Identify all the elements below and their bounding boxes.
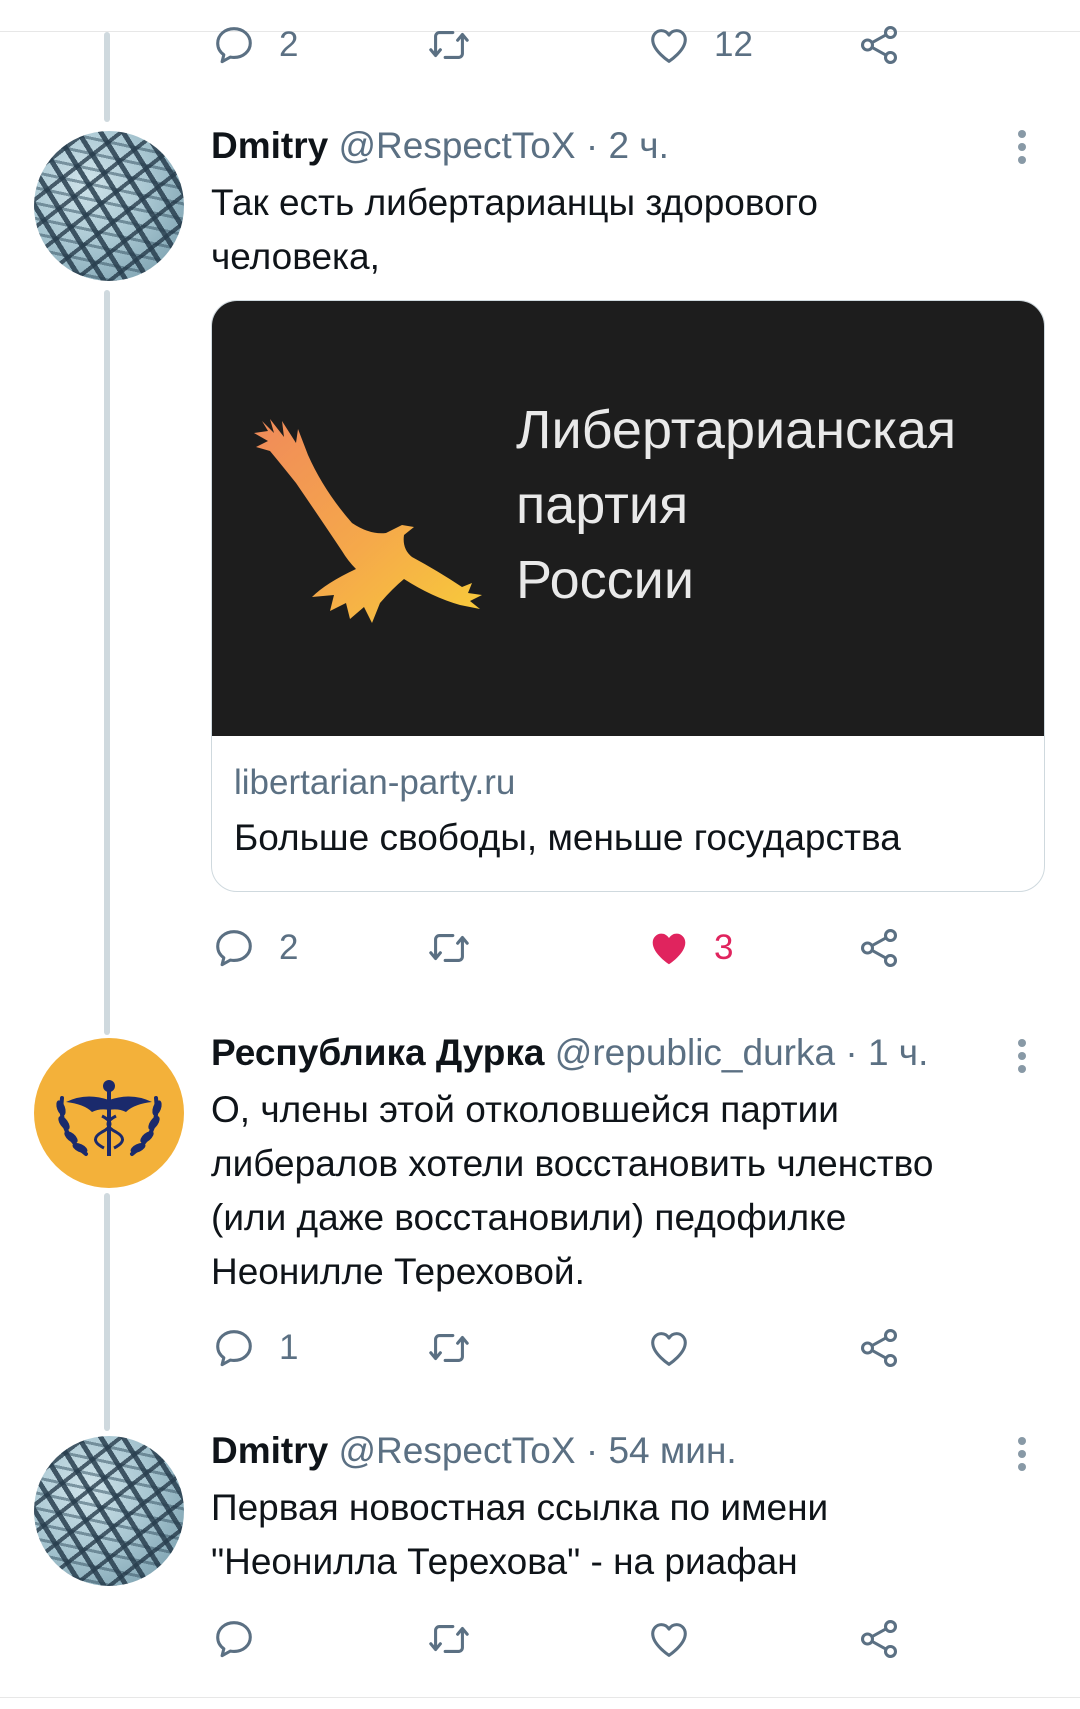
tweet-text-line: (или даже восстановили) педофилке	[211, 1197, 847, 1238]
card-image-caption: Либертарианская партия России	[516, 393, 1036, 618]
tweet-actions: 2 3	[211, 923, 911, 973]
like-icon	[646, 1325, 692, 1371]
tweet-text: О, члены этой отколовшейся партии либера…	[211, 1083, 1031, 1299]
tweet-text-line: человека,	[211, 236, 380, 277]
avatar[interactable]	[34, 1436, 184, 1586]
more-icon[interactable]	[1010, 1434, 1034, 1474]
more-icon[interactable]	[1010, 1036, 1034, 1076]
retweet-button[interactable]	[426, 20, 472, 70]
reply-button[interactable]: 2	[211, 923, 298, 973]
tweet-text-line: Неонилле Тереховой.	[211, 1251, 585, 1292]
timestamp[interactable]: 1 ч.	[868, 1032, 928, 1073]
reply-icon	[211, 1325, 257, 1371]
card-image-text-line: партия	[516, 475, 689, 535]
avatar[interactable]	[34, 1038, 184, 1188]
share-icon	[856, 1325, 902, 1371]
reply-icon	[211, 1616, 257, 1662]
tweet-text-line: "Неонилла Терехова" - на риафан	[211, 1541, 798, 1582]
tweet-actions	[211, 1614, 911, 1664]
caduceus-emblem	[56, 1080, 162, 1156]
share-button[interactable]	[856, 1614, 902, 1664]
tweet-text-line: либералов хотели восстановить членство	[211, 1143, 934, 1184]
thread-line	[104, 1193, 110, 1431]
author-name[interactable]: Dmitry	[211, 1430, 328, 1471]
share-icon	[856, 1616, 902, 1662]
reply-button[interactable]: 2	[211, 20, 298, 70]
tweet-actions: 1	[211, 1323, 911, 1373]
retweet-icon	[426, 22, 472, 68]
card-title: Больше свободы, меньше государства	[234, 817, 901, 858]
share-button[interactable]	[856, 1323, 902, 1373]
link-card[interactable]: Либертарианская партия России libertaria…	[211, 300, 1045, 892]
share-button[interactable]	[856, 20, 902, 70]
tweet-text: Так есть либертарианцы здорового человек…	[211, 176, 1031, 284]
retweet-icon	[426, 925, 472, 971]
reply-count: 2	[279, 928, 299, 967]
tweet-header: Dmitry @RespectToX · 2 ч.	[211, 123, 669, 169]
author-name[interactable]: Dmitry	[211, 125, 328, 166]
card-image-text-line: Либертарианская	[516, 400, 957, 460]
reply-icon	[211, 925, 257, 971]
separator-dot: ·	[585, 125, 599, 166]
previous-tweet-actions: 2 12	[211, 20, 911, 70]
retweet-button[interactable]	[426, 1614, 472, 1664]
tweet-text-line: Первая новостная ссылка по имени	[211, 1487, 829, 1528]
thread-line	[104, 32, 110, 122]
tweet-header: Dmitry @RespectToX · 54 мин.	[211, 1428, 737, 1474]
author-handle[interactable]: @RespectToX	[338, 1430, 575, 1471]
tweet-header: Республика Дурка @republic_durka · 1 ч.	[211, 1030, 928, 1076]
tweet-text: Первая новостная ссылка по имени "Неонил…	[211, 1481, 1031, 1589]
separator-dot: ·	[585, 1430, 599, 1471]
thread-line	[104, 290, 110, 1035]
avatar[interactable]	[34, 131, 184, 281]
like-button[interactable]: 3	[646, 923, 733, 973]
like-icon	[646, 22, 692, 68]
retweet-button[interactable]	[426, 923, 472, 973]
like-button[interactable]	[646, 1323, 692, 1373]
eagle-logo	[254, 419, 482, 623]
like-button[interactable]	[646, 1614, 692, 1664]
author-handle[interactable]: @RespectToX	[338, 125, 575, 166]
share-icon	[856, 925, 902, 971]
retweet-button[interactable]	[426, 1323, 472, 1373]
like-icon	[646, 925, 692, 971]
card-domain: libertarian-party.ru	[234, 763, 516, 802]
card-image-text-line: России	[516, 550, 695, 610]
reply-icon	[211, 22, 257, 68]
share-icon	[856, 22, 902, 68]
like-count: 12	[714, 25, 753, 64]
timestamp[interactable]: 2 ч.	[608, 125, 668, 166]
reply-button[interactable]	[211, 1614, 257, 1664]
tweet-text-line: О, члены этой отколовшейся партии	[211, 1089, 839, 1130]
more-icon[interactable]	[1010, 127, 1034, 167]
author-name[interactable]: Республика Дурка	[211, 1032, 545, 1073]
share-button[interactable]	[856, 923, 902, 973]
like-button[interactable]: 12	[646, 20, 753, 70]
card-image: Либертарианская партия России	[212, 301, 1044, 736]
reply-count: 2	[279, 25, 299, 64]
retweet-icon	[426, 1325, 472, 1371]
author-handle[interactable]: @republic_durka	[555, 1032, 835, 1073]
like-icon	[646, 1616, 692, 1662]
like-count: 3	[714, 928, 734, 967]
divider	[0, 1697, 1080, 1698]
timestamp[interactable]: 54 мин.	[608, 1430, 736, 1471]
tweet-text-line: Так есть либертарианцы здорового	[211, 182, 818, 223]
reply-count: 1	[279, 1328, 299, 1367]
retweet-icon	[426, 1616, 472, 1662]
reply-button[interactable]: 1	[211, 1323, 298, 1373]
separator-dot: ·	[845, 1032, 858, 1073]
